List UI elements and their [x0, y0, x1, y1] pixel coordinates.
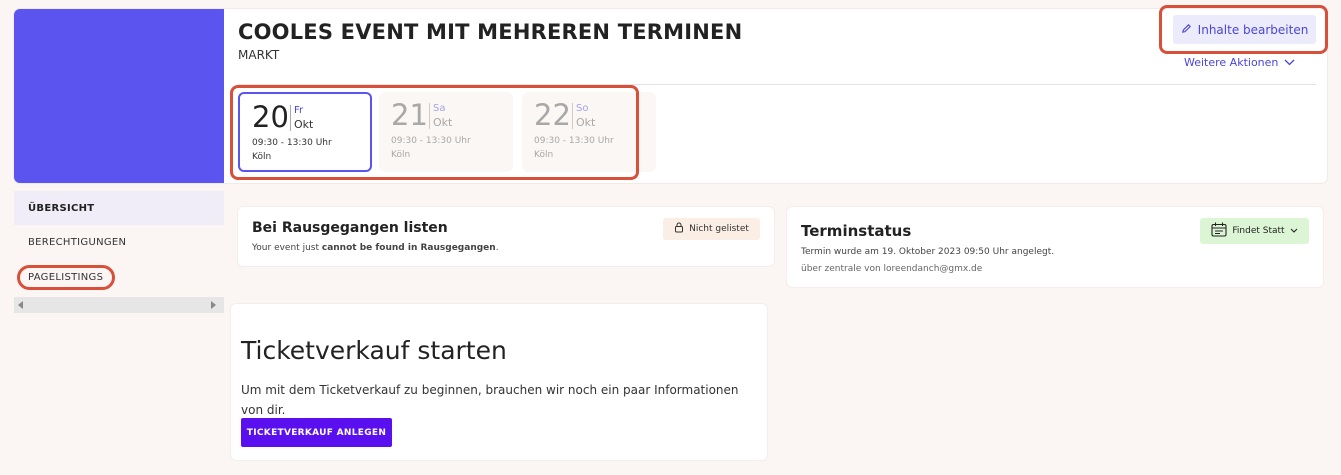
listing-title: Bei Rausgegangen listen — [252, 220, 448, 236]
highlight-date-tiles — [230, 85, 639, 180]
highlight-pagelistings — [17, 265, 115, 290]
event-status-dropdown[interactable]: Findet Statt — [1200, 218, 1309, 244]
listing-status-badge[interactable]: Nicht gelistet — [663, 218, 760, 240]
create-ticket-sale-button[interactable]: TICKETVERKAUF ANLEGEN — [241, 418, 392, 447]
status-creator-text: über zentrale von loreendanch@gmx.de — [801, 264, 983, 274]
lock-icon — [674, 222, 684, 236]
more-actions-label: Weitere Aktionen — [1184, 56, 1279, 69]
event-category: MARKT — [238, 48, 280, 62]
ticket-description: Um mit dem Ticketverkauf zu beginnen, br… — [241, 383, 739, 417]
more-actions-button[interactable]: Weitere Aktionen — [1184, 56, 1295, 69]
ticket-title: Ticketverkauf starten — [241, 336, 507, 365]
listing-status-label: Nicht gelistet — [689, 224, 749, 234]
calendar-icon — [1211, 222, 1227, 240]
highlight-edit-button — [1159, 5, 1328, 54]
listing-text-prefix: Your event just — [252, 243, 322, 253]
status-created-text: Termin wurde am 19. Oktober 2023 09:50 U… — [801, 247, 1055, 257]
event-cover-image — [14, 9, 224, 183]
scroll-right-icon[interactable] — [211, 301, 216, 309]
status-title: Terminstatus — [801, 222, 912, 240]
sidebar-scrollbar[interactable] — [14, 297, 224, 313]
scroll-left-icon[interactable] — [18, 301, 23, 309]
event-status-label: Findet Statt — [1232, 226, 1285, 236]
chevron-down-icon — [1290, 226, 1298, 236]
listing-text: Your event just cannot be found in Rausg… — [252, 243, 499, 253]
chevron-down-icon — [1284, 56, 1295, 69]
sidebar-item-permissions[interactable]: BERECHTIGUNGEN — [14, 225, 224, 259]
listing-text-suffix: . — [495, 243, 499, 253]
sidebar-item-overview[interactable]: ÜBERSICHT — [14, 191, 224, 225]
listing-text-bold: cannot be found in Rausgegangen — [321, 243, 496, 253]
page-title: COOLES EVENT MIT MEHREREN TERMINEN — [238, 20, 743, 44]
